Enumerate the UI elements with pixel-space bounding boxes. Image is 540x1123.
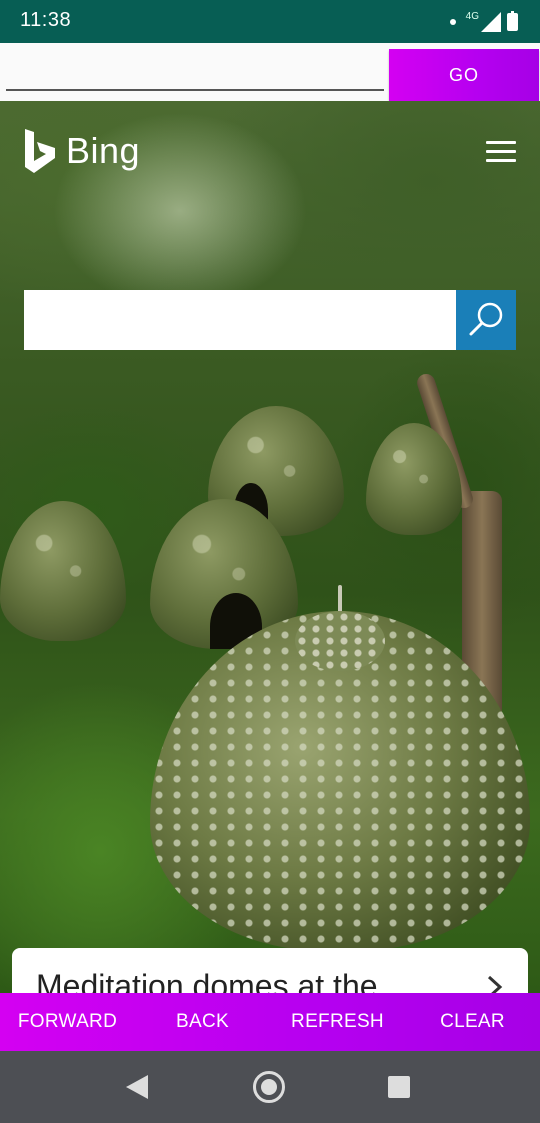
bing-logo[interactable]: Bing — [22, 127, 140, 175]
status-icons: 4G — [449, 10, 518, 34]
clear-button[interactable]: CLEAR — [405, 993, 540, 1051]
status-time: 11:38 — [20, 9, 72, 31]
chevron-right-icon — [487, 975, 503, 993]
back-button[interactable]: BACK — [135, 993, 270, 1051]
command-bar: FORWARD BACK REFRESH CLEAR — [0, 993, 540, 1051]
image-caption: Meditation domes at the — [36, 968, 378, 993]
refresh-button[interactable]: REFRESH — [270, 993, 405, 1051]
webview: Bing Meditation domes at the — [0, 101, 540, 993]
search-input[interactable] — [24, 290, 456, 350]
go-button[interactable]: GO — [389, 49, 539, 101]
notification-dot-icon — [449, 19, 456, 25]
url-input[interactable] — [6, 57, 384, 91]
signal-icon — [481, 12, 501, 32]
dome-spire — [338, 585, 342, 613]
image-caption-card[interactable]: Meditation domes at the — [12, 948, 528, 993]
search-icon — [469, 302, 503, 336]
search-button[interactable] — [456, 290, 516, 350]
recent-apps-square-icon[interactable] — [388, 1076, 410, 1098]
network-type: 4G — [465, 10, 479, 22]
battery-icon — [507, 11, 518, 31]
bing-logo-text: Bing — [66, 130, 141, 171]
home-circle-icon[interactable] — [253, 1071, 285, 1103]
status-bar: 11:38 4G — [0, 0, 540, 43]
navigation-bar — [0, 1051, 540, 1123]
dome-top — [295, 611, 385, 671]
forward-button[interactable]: FORWARD — [0, 993, 135, 1051]
hamburger-menu-icon[interactable] — [486, 141, 516, 165]
back-triangle-icon[interactable] — [126, 1075, 148, 1099]
bing-logo-icon — [25, 129, 55, 173]
url-bar: GO — [0, 43, 540, 101]
